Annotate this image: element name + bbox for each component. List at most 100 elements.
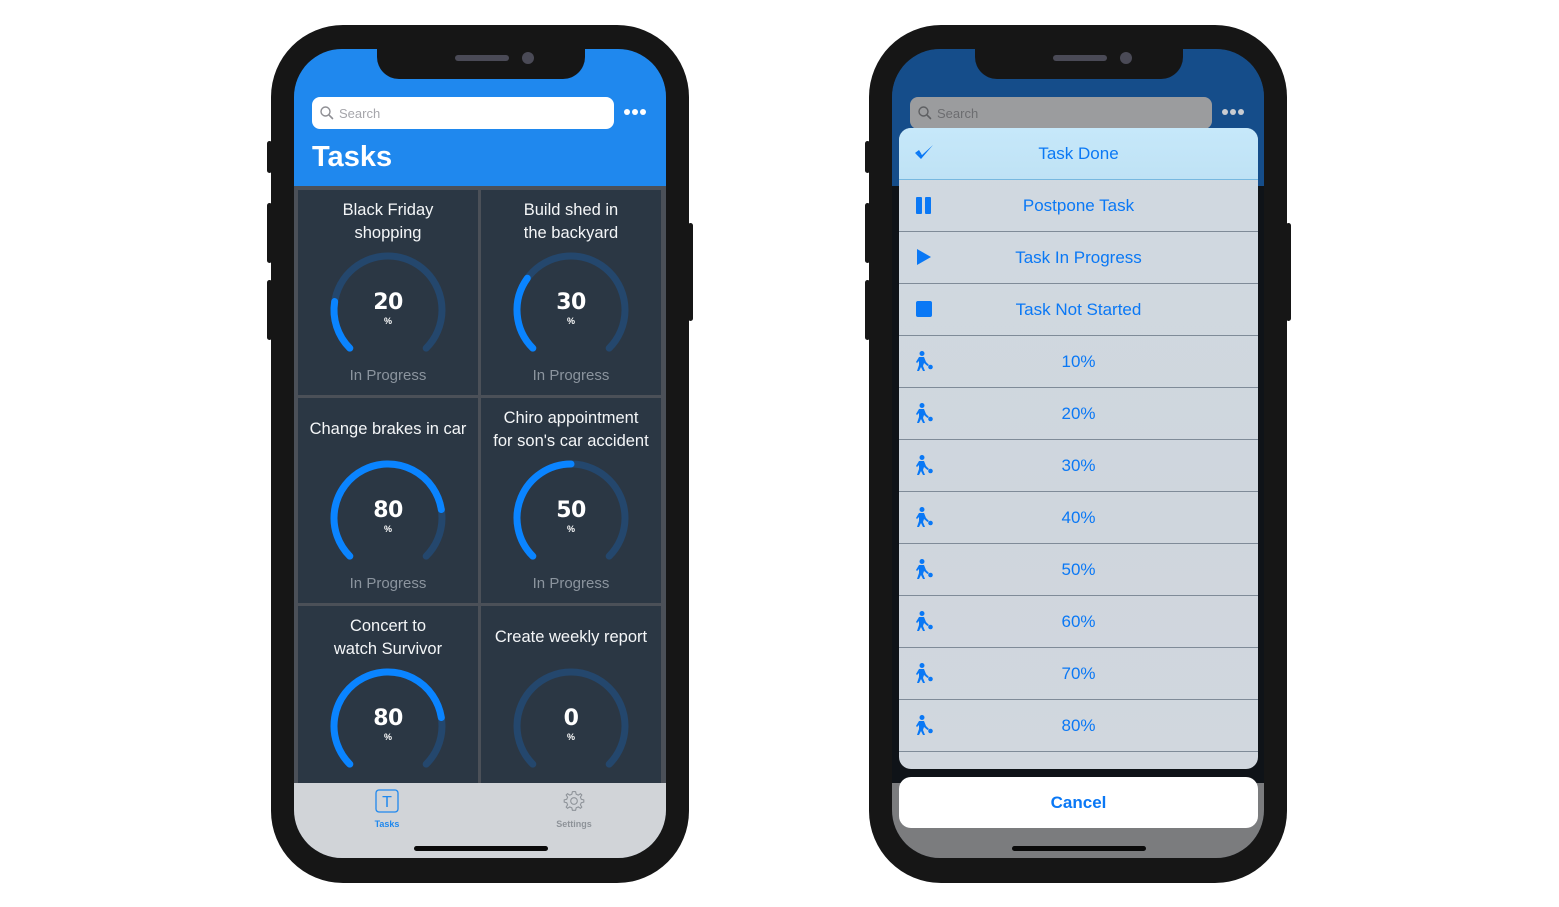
action-sheet-item-partial[interactable] bbox=[899, 752, 1258, 769]
action-sheet-item[interactable]: 60% bbox=[899, 596, 1258, 648]
task-title-line: the backyard bbox=[523, 224, 619, 242]
action-label: Task Not Started bbox=[1015, 299, 1142, 319]
progress-value: 30 bbox=[556, 290, 586, 315]
action-sheet-item[interactable]: Task In Progress bbox=[899, 232, 1258, 284]
action-sheet-item[interactable]: Task Not Started bbox=[899, 284, 1258, 336]
checkmark-icon bbox=[915, 145, 933, 159]
task-status: In Progress bbox=[532, 575, 610, 592]
task-title: Concert to watch Survivor bbox=[298, 615, 478, 661]
task-title-line: for son's car accident bbox=[493, 432, 649, 450]
tab-tasks-glyph: T bbox=[382, 794, 392, 811]
task-title-line: watch Survivor bbox=[333, 640, 443, 658]
volume-up-button bbox=[267, 203, 272, 263]
camera bbox=[522, 52, 534, 64]
task-status: In Progress bbox=[349, 367, 427, 384]
action-sheet-item[interactable]: 30% bbox=[899, 440, 1258, 492]
power-button bbox=[688, 223, 693, 321]
task-title: Chiro appointment for son's car accident bbox=[481, 407, 661, 453]
task-status: In Progress bbox=[349, 575, 427, 592]
action-sheet-item[interactable]: 50% bbox=[899, 544, 1258, 596]
action-sheet-item[interactable]: Postpone Task bbox=[899, 180, 1258, 232]
action-label: Postpone Task bbox=[1022, 195, 1135, 215]
percent-symbol: % bbox=[383, 316, 392, 326]
action-label: Task In Progress bbox=[1015, 247, 1142, 267]
task-title-line: shopping bbox=[354, 224, 422, 242]
tab-tasks[interactable]: T Tasks bbox=[347, 789, 427, 829]
tab-label: Tasks bbox=[374, 819, 400, 829]
task-title-line: Concert to bbox=[349, 617, 427, 635]
worker-icon bbox=[916, 559, 933, 579]
action-sheet-item[interactable]: 10% bbox=[899, 336, 1258, 388]
more-options-button[interactable] bbox=[624, 109, 646, 115]
volume-up-button bbox=[865, 203, 870, 263]
notch bbox=[975, 49, 1183, 79]
task-title-line: Create weekly report bbox=[494, 628, 648, 646]
task-card[interactable]: Black Friday shopping 20% In Progress bbox=[298, 190, 478, 395]
letter-t-icon: T bbox=[375, 789, 399, 813]
power-button bbox=[1286, 223, 1291, 321]
task-title-line: Black Friday bbox=[342, 201, 434, 219]
action-sheet-item[interactable]: 80% bbox=[899, 700, 1258, 752]
speaker bbox=[1053, 55, 1107, 61]
action-sheet-item[interactable]: 70% bbox=[899, 648, 1258, 700]
progress-value: 0 bbox=[563, 706, 579, 731]
search-icon bbox=[918, 106, 932, 120]
progress-value: 80 bbox=[373, 706, 403, 731]
task-card[interactable]: Concert to watch Survivor 80% bbox=[298, 606, 478, 811]
search-placeholder: Search bbox=[937, 105, 979, 121]
action-sheet-item[interactable]: 20% bbox=[899, 388, 1258, 440]
pause-icon bbox=[916, 197, 931, 214]
mute-switch bbox=[865, 141, 870, 173]
task-title: Change brakes in car bbox=[298, 418, 478, 441]
home-indicator[interactable] bbox=[414, 846, 548, 851]
mute-switch bbox=[267, 141, 272, 173]
search-input[interactable]: Search bbox=[312, 97, 614, 129]
percent-symbol: % bbox=[566, 732, 575, 742]
task-card[interactable]: Chiro appointment for son's car accident 5… bbox=[481, 398, 661, 603]
more-dot-icon bbox=[640, 109, 646, 115]
worker-icon bbox=[916, 715, 933, 735]
more-dot-icon bbox=[1238, 109, 1244, 115]
worker-icon bbox=[916, 403, 933, 423]
tab-settings[interactable]: Settings bbox=[534, 789, 614, 829]
worker-icon bbox=[916, 663, 933, 683]
more-options-button bbox=[1222, 109, 1244, 115]
action-label: 80% bbox=[1061, 715, 1096, 735]
gear-icon bbox=[563, 790, 585, 811]
action-label: 10% bbox=[1061, 351, 1096, 371]
percent-symbol: % bbox=[566, 316, 575, 326]
action-sheet: Task Done Postpone Task Task In Progress Ta… bbox=[899, 128, 1258, 769]
search-icon bbox=[320, 106, 334, 120]
home-indicator[interactable] bbox=[1012, 846, 1146, 851]
worker-icon bbox=[916, 455, 933, 475]
screen-action-sheet: Search Task Done Postpone Task Task In Pro… bbox=[892, 49, 1264, 858]
volume-down-button bbox=[267, 280, 272, 340]
action-label: 60% bbox=[1061, 611, 1096, 631]
task-title: Create weekly report bbox=[481, 626, 661, 649]
task-title-line: Change brakes in car bbox=[309, 420, 467, 438]
phone-frame-right: Search Task Done Postpone Task Task In Pro… bbox=[865, 25, 1291, 883]
task-card[interactable]: Change brakes in car 80% In Progress bbox=[298, 398, 478, 603]
action-sheet-item[interactable]: 40% bbox=[899, 492, 1258, 544]
task-card[interactable]: Build shed in the backyard 30% In Progress bbox=[481, 190, 661, 395]
more-dot-icon bbox=[1230, 109, 1236, 115]
task-title: Black Friday shopping bbox=[298, 199, 478, 245]
more-dot-icon bbox=[632, 109, 638, 115]
task-title-line: Chiro appointment bbox=[503, 409, 639, 427]
task-title-line: Build shed in bbox=[523, 201, 619, 219]
percent-symbol: % bbox=[383, 524, 392, 534]
worker-icon bbox=[916, 351, 933, 371]
task-status: In Progress bbox=[532, 367, 610, 384]
action-sheet-item[interactable]: Task Done bbox=[899, 128, 1258, 180]
task-card[interactable]: Create weekly report 0% bbox=[481, 606, 661, 811]
volume-down-button bbox=[865, 280, 870, 340]
task-title: Build shed in the backyard bbox=[481, 199, 661, 245]
action-label: 70% bbox=[1061, 663, 1096, 683]
action-label: 50% bbox=[1061, 559, 1096, 579]
search-placeholder: Search bbox=[339, 105, 381, 121]
progress-value: 80 bbox=[373, 498, 403, 523]
play-icon bbox=[917, 249, 931, 265]
more-dot-icon bbox=[1222, 109, 1228, 115]
cancel-button[interactable]: Cancel bbox=[899, 777, 1258, 828]
screen-tasks: Search Tasks Black Friday shopping 20% In P… bbox=[294, 49, 666, 858]
